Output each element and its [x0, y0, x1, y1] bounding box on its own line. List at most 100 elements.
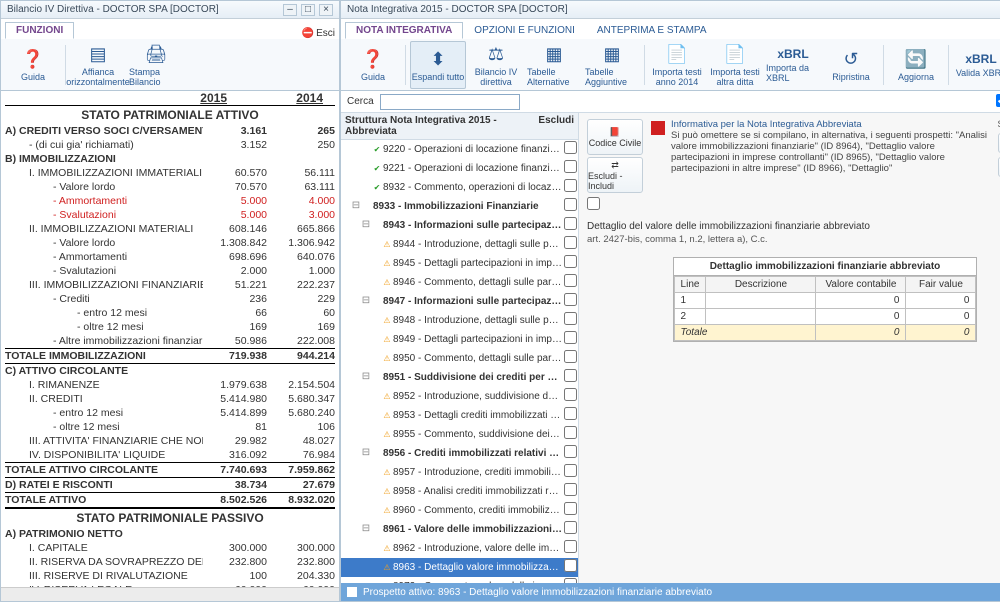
importa-2014-button[interactable]: 📄Importa testi anno 2014 — [649, 41, 705, 89]
info-title: Informativa per la Nota Integrativa Abbr… — [671, 119, 993, 130]
tabelle-agg-button[interactable]: ▦Tabelle Aggiuntive — [584, 41, 640, 89]
bilancio-button[interactable]: ⚖Bilancio IV direttiva — [468, 41, 524, 89]
left-window-title: Bilancio IV Direttiva - DOCTOR SPA [DOCT… — [7, 4, 219, 15]
tree-node[interactable]: ⊟8951 - Suddivisione dei crediti per are… — [341, 368, 578, 387]
affianca-label: Affianca orizzontalmente — [66, 67, 130, 87]
balance-row: IV. DISPONIBILITA' LIQUIDE316.09276.984 — [5, 448, 335, 462]
tree-node[interactable]: ⊟8947 - Informazioni sulle partecipazion… — [341, 292, 578, 311]
affianca-button[interactable]: ▤Affianca orizzontalmente — [70, 41, 126, 89]
tree-node[interactable]: ⚠8955 - Commento, suddivisione dei credi… — [341, 425, 578, 444]
tree-node[interactable]: ⚠8944 - Introduzione, dettagli sulle par… — [341, 235, 578, 254]
tree-node[interactable]: ⚠8949 - Dettagli partecipazioni in impre… — [341, 330, 578, 349]
tabelle-alt-button[interactable]: ▦Tabelle Alternative — [526, 41, 582, 89]
detail-checkbox[interactable] — [587, 197, 600, 210]
balance-row: - oltre 12 mesi169169 — [5, 320, 335, 334]
balance-row: III. RISERVE DI RIVALUTAZIONE100204.330 — [5, 569, 335, 583]
balance-row: - Crediti236229 — [5, 292, 335, 306]
tree-node[interactable]: ✔9221 - Operazioni di locazione finanzia… — [341, 159, 578, 178]
col-desc: Descrizione — [706, 277, 816, 293]
balance-row: II. RISERVA DA SOVRAPREZZO DELLE AZIO!23… — [5, 555, 335, 569]
minimize-button[interactable]: – — [283, 4, 297, 16]
escludi-includi-button[interactable]: ⇄Escludi - Includi — [587, 157, 643, 193]
detail-title: Dettaglio del valore delle immobilizzazi… — [587, 221, 1000, 232]
tree-header: Struttura Nota Integrativa 2015 - Abbrev… — [341, 113, 578, 140]
tree-node[interactable]: ✔8932 - Commento, operazioni di locazion… — [341, 178, 578, 197]
tree-node[interactable]: ⚠8945 - Dettagli partecipazioni in impre… — [341, 254, 578, 273]
status-text: Prospetto attivo: 8963 - Dettaglio valor… — [363, 587, 712, 598]
tab-opzioni[interactable]: OPZIONI E FUNZIONI — [463, 22, 586, 39]
balance-row: TOTALE ATTIVO8.502.5268.932.020 — [5, 492, 335, 509]
detail-table-title: Dettaglio immobilizzazioni finanziarie a… — [674, 258, 977, 276]
balance-row: II. CREDITI5.414.9805.680.347 — [5, 392, 335, 406]
tree-node[interactable]: ⚠8962 - Introduzione, valore delle immob… — [341, 539, 578, 558]
tree-node[interactable]: ⊟8943 - Informazioni sulle partecipazion… — [341, 216, 578, 235]
balance-row: III. IMMOBILIZZAZIONI FINANZIARIE51.2212… — [5, 278, 335, 292]
balance-row: A) CREDITI VERSO SOCI C/VERSAMENTI DO3.1… — [5, 124, 335, 138]
aggiorna-button[interactable]: 🔄Aggiorna — [888, 41, 944, 89]
tree-node[interactable]: ⚠8957 - Introduzione, crediti immobilizz… — [341, 463, 578, 482]
maximize-button[interactable]: □ — [301, 4, 315, 16]
tree-node[interactable]: ⚠8946 - Commento, dettagli sulle parteci… — [341, 273, 578, 292]
importa-ditta-button[interactable]: 📄Importa testi altra ditta — [707, 41, 763, 89]
printer-icon: 🖨 — [145, 44, 168, 65]
status-bar: Prospetto attivo: 8963 - Dettaglio valor… — [341, 583, 1000, 601]
table-row[interactable]: 200 — [674, 309, 976, 325]
left-ribbon: ❓Guida ▤Affianca orizzontalmente 🖨Stampa… — [1, 39, 339, 91]
balance-row: - Valore lordo70.57063.111 — [5, 180, 335, 194]
codice-civile-button[interactable]: 📕Codice Civile — [587, 119, 643, 155]
toggle-icon: ⇄ — [611, 160, 619, 171]
importa-xbrl-button[interactable]: xBRLImporta da XBRL — [765, 41, 821, 89]
visual-idoc-checkbox[interactable] — [996, 94, 1000, 107]
guida-button[interactable]: ❓Guida — [5, 41, 61, 89]
tree-node[interactable]: ⊟8961 - Valore delle immobilizzazioni fi… — [341, 520, 578, 539]
horizontal-scrollbar[interactable] — [1, 587, 339, 601]
table-row[interactable]: 100 — [674, 293, 976, 309]
tree-node[interactable]: ⚠8948 - Introduzione, dettagli sulle par… — [341, 311, 578, 330]
left-pane: Bilancio IV Direttiva - DOCTOR SPA [DOCT… — [0, 0, 340, 602]
table-alt-icon: ▦ — [545, 44, 562, 65]
balance-row: - oltre 12 mesi81106 — [5, 420, 335, 434]
balance-icon: ⚖ — [488, 44, 504, 65]
tree-node[interactable]: ⊟8933 - Immobilizzazioni Finanziarie — [341, 197, 578, 216]
balance-row: I. CAPITALE300.000300.000 — [5, 541, 335, 555]
balance-row: B) IMMOBILIZZAZIONI — [5, 152, 335, 166]
tab-nota-integrativa[interactable]: NOTA INTEGRATIVA — [345, 22, 463, 39]
year-header: 2015 2014 — [5, 91, 335, 106]
search-bar: Cerca Visual. IDoc — [341, 91, 1000, 113]
stampa-button[interactable]: 🖨Stampa Bilancio — [128, 41, 184, 89]
valida-button[interactable]: xBRLValida XBRL — [953, 41, 1000, 89]
xbrl-icon: xBRL — [777, 47, 808, 61]
guida-label: Guida — [21, 72, 45, 82]
tree-node[interactable]: ⚠8952 - Introduzione, suddivisione dei c… — [341, 387, 578, 406]
exit-icon: ⛔ — [302, 28, 314, 39]
tree-node[interactable]: ⚠8953 - Dettagli crediti immobilizzati s… — [341, 406, 578, 425]
col-line: Line — [674, 277, 706, 293]
tree-column: Struttura Nota Integrativa 2015 - Abbrev… — [341, 113, 579, 583]
tab-anteprima[interactable]: ANTEPRIMA E STAMPA — [586, 22, 718, 39]
balance-row: TOTALE ATTIVO CIRCOLANTE7.740.6937.959.8… — [5, 462, 335, 478]
balance-row: D) RATEI E RISCONTI38.73427.679 — [5, 478, 335, 492]
expand-icon: ⬍ — [430, 49, 445, 70]
exit-label[interactable]: Esci — [316, 28, 335, 39]
balance-row: - Valore lordo1.308.8421.306.942 — [5, 236, 335, 250]
restore-icon: ↺ — [843, 49, 858, 70]
tree-view[interactable]: ✔9220 - Operazioni di locazione finanzia… — [341, 140, 578, 583]
tree-node[interactable]: ⚠8960 - Commento, crediti immobilizzati … — [341, 501, 578, 520]
search-input[interactable] — [380, 94, 520, 110]
ripristina-button[interactable]: ↺Ripristina — [823, 41, 879, 89]
balance-row: - Svalutazioni5.0003.000 — [5, 208, 335, 222]
balance-row: TOTALE IMMOBILIZZAZIONI719.938944.214 — [5, 348, 335, 364]
tree-node[interactable]: ✔9220 - Operazioni di locazione finanzia… — [341, 140, 578, 159]
year-b: 2014 — [263, 91, 323, 105]
tab-funzioni[interactable]: FUNZIONI — [5, 22, 74, 39]
guida-button-r[interactable]: ❓Guida — [345, 41, 401, 89]
tree-node[interactable]: ⚠8950 - Commento, dettagli sulle parteci… — [341, 349, 578, 368]
tree-node[interactable]: ⚠8963 - Dettaglio valore immobilizzazion… — [341, 558, 578, 577]
close-button[interactable]: × — [319, 4, 333, 16]
balance-row: III. ATTIVITA' FINANZIARIE CHE NON COST.… — [5, 434, 335, 448]
tree-node[interactable]: ⚠8958 - Analisi crediti immobilizzati re… — [341, 482, 578, 501]
balance-row: - entro 12 mesi6660 — [5, 306, 335, 320]
detail-table[interactable]: Line Descrizione Valore contabile Fair v… — [674, 276, 977, 341]
tree-node[interactable]: ⊟8956 - Crediti immobilizzati relativi a… — [341, 444, 578, 463]
espandi-button[interactable]: ⬍Espandi tutto — [410, 41, 466, 89]
